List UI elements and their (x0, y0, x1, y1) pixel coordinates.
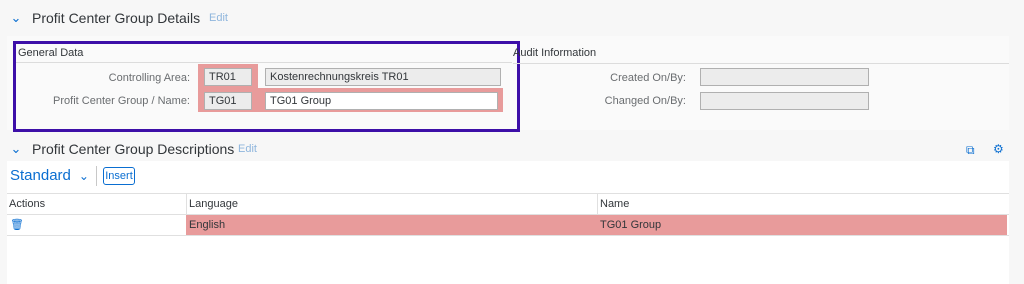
audit-underline (513, 63, 1009, 64)
page-title: Profit Center Group Details (32, 10, 201, 26)
table-row[interactable]: 🗑 English TG01 Group (7, 215, 1009, 235)
col-language: Language (189, 198, 238, 210)
descriptions-title: Profit Center Group Descriptions (32, 141, 235, 157)
collapse-chevron-icon[interactable]: ⌄ (10, 10, 22, 26)
name-value: TG01 Group (600, 219, 662, 231)
col-divider-2 (597, 194, 598, 215)
variant-chevron-icon: ⌄ (78, 168, 89, 183)
audit-title: Audit Information (513, 47, 597, 59)
descriptions-edit-link[interactable]: Edit (238, 143, 257, 155)
details-header: ⌄ Profit Center Group Details (10, 9, 310, 27)
variant-selector[interactable]: Standard ⌄ (10, 167, 89, 184)
toolbar-separator (96, 166, 97, 186)
col-actions: Actions (9, 198, 46, 210)
language-cell: English (186, 215, 597, 235)
table-header-divider (7, 193, 1009, 194)
delete-icon[interactable]: 🗑 (10, 218, 24, 231)
name-cell: TG01 Group (597, 215, 1007, 235)
annotation-frame (13, 41, 520, 132)
details-edit-link[interactable]: Edit (209, 12, 228, 24)
variant-name: Standard (10, 167, 71, 184)
changed-field[interactable] (700, 92, 869, 110)
descriptions-collapse-chevron-icon[interactable]: ⌄ (10, 141, 22, 157)
settings-gear-icon[interactable]: ⚙ (993, 142, 1004, 156)
row-divider (7, 235, 1009, 236)
created-field[interactable] (700, 68, 869, 86)
copy-icon[interactable]: ⧉ (966, 143, 975, 158)
descriptions-header: ⌄ Profit Center Group Descriptions (10, 140, 310, 158)
col-divider-1 (186, 194, 187, 215)
language-value: English (189, 219, 226, 231)
insert-button[interactable]: Insert (103, 167, 135, 185)
changed-label: Changed On/By: (604, 95, 686, 107)
col-name: Name (600, 198, 630, 210)
created-label: Created On/By: (610, 72, 686, 84)
